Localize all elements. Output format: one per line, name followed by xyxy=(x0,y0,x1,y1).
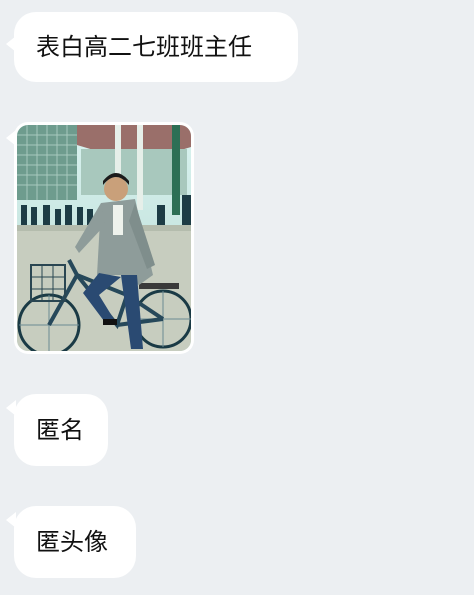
message-text: 匿头像 xyxy=(36,528,108,556)
message-text: 匿名 xyxy=(36,416,84,444)
message-bubble[interactable]: 匿名 xyxy=(14,394,108,466)
message-bubble[interactable]: 匿头像 xyxy=(14,506,136,578)
photo-man-on-bicycle-icon[interactable] xyxy=(17,125,191,351)
message-bubble[interactable]: 表白高二七班班主任 xyxy=(14,12,298,82)
image-message[interactable] xyxy=(14,122,194,354)
message-text: 表白高二七班班主任 xyxy=(36,33,252,61)
